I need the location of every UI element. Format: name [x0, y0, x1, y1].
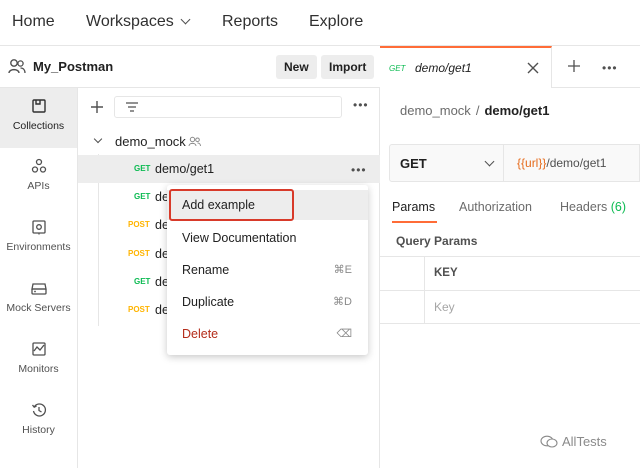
- history-icon: [31, 403, 46, 417]
- sidebar-item-environments[interactable]: Environments: [0, 209, 77, 269]
- sidebar-item-history[interactable]: History: [0, 392, 77, 452]
- shortcut-label: ⌫: [336, 328, 352, 340]
- top-nav: Home Workspaces Reports Explore: [0, 0, 640, 46]
- wechat-icon: [540, 435, 558, 448]
- collections-icon: [31, 99, 46, 113]
- nav-workspaces[interactable]: Workspaces: [86, 13, 191, 31]
- sidebar-item-label: Collections: [12, 120, 65, 132]
- sidebar-item-label: Environments: [6, 241, 71, 253]
- monitors-icon: [31, 342, 46, 356]
- headers-count: (6): [610, 200, 627, 214]
- filter-icon: [126, 102, 138, 112]
- plus-icon[interactable]: [90, 100, 104, 114]
- method-badge: POST: [128, 305, 150, 314]
- table-column-divider: [424, 257, 425, 324]
- sidebar-item-collections[interactable]: Collections: [0, 88, 77, 148]
- collection-row[interactable]: demo_mock: [78, 128, 380, 154]
- chevron-down-icon: [484, 156, 495, 167]
- sidebar-item-mock-servers[interactable]: Mock Servers: [0, 270, 77, 330]
- method-badge: POST: [128, 220, 150, 229]
- mock-servers-icon: [30, 283, 47, 295]
- url-variable: {{url}}: [517, 156, 547, 170]
- shortcut-label: ⌘D: [333, 296, 352, 308]
- method-badge: GET: [134, 277, 151, 286]
- filter-input[interactable]: [114, 96, 342, 118]
- breadcrumb-parent[interactable]: demo_mock: [400, 103, 471, 118]
- shared-users-icon: [188, 136, 201, 147]
- request-tabs: Params Authorization Headers (6): [380, 192, 640, 224]
- method-badge: GET: [134, 192, 151, 201]
- more-options-icon[interactable]: •••: [353, 98, 369, 112]
- sidebar-item-label: APIs: [27, 180, 50, 192]
- query-params-title: Query Params: [396, 234, 478, 248]
- sidebar-item-label: Mock Servers: [6, 302, 71, 314]
- nav-home[interactable]: Home: [12, 13, 55, 31]
- table-divider: [380, 290, 640, 291]
- menu-item-rename[interactable]: Rename ⌘E: [167, 255, 368, 285]
- chevron-down-icon: [180, 14, 191, 25]
- tab-title: demo/get1: [415, 61, 472, 75]
- nav-workspaces-label: Workspaces: [86, 13, 174, 30]
- tab-authorization[interactable]: Authorization: [459, 200, 532, 214]
- menu-item-view-documentation[interactable]: View Documentation: [167, 223, 368, 253]
- nav-reports[interactable]: Reports: [222, 13, 278, 31]
- menu-item-label: Duplicate: [182, 295, 235, 309]
- params-table: KEY Key: [380, 256, 640, 324]
- active-tab-indicator: [392, 221, 437, 223]
- new-button[interactable]: New: [276, 55, 317, 79]
- apis-icon: [31, 158, 46, 173]
- workspace-name[interactable]: My_Postman: [33, 59, 113, 74]
- request-name: demo/get1: [155, 162, 215, 176]
- url-path: /demo/get1: [546, 156, 607, 170]
- sidebar-item-monitors[interactable]: Monitors: [0, 331, 77, 391]
- collection-name: demo_mock: [115, 134, 186, 149]
- request-more-icon[interactable]: •••: [351, 163, 367, 177]
- watermark-text: AllTests: [562, 434, 607, 449]
- tab-demo-get1[interactable]: GET demo/get1: [380, 46, 552, 88]
- users-icon: [8, 59, 26, 74]
- menu-item-delete[interactable]: Delete ⌫: [167, 319, 368, 349]
- tab-headers[interactable]: Headers (6): [560, 200, 626, 214]
- new-tab-icon[interactable]: [568, 60, 580, 72]
- tab-headers-label: Headers: [560, 200, 608, 214]
- method-select[interactable]: GET: [390, 145, 504, 181]
- nav-explore[interactable]: Explore: [309, 13, 363, 31]
- menu-item-label: Rename: [182, 263, 230, 277]
- sidebar-item-label: Monitors: [18, 363, 59, 375]
- environments-icon: [31, 220, 46, 235]
- close-icon[interactable]: [527, 62, 539, 74]
- method-badge: GET: [134, 164, 151, 173]
- tab-options-icon[interactable]: •••: [602, 61, 618, 75]
- sidebar-rail: Collections APIs Environments Mock Serve…: [0, 88, 78, 468]
- request-item[interactable]: GET demo/get1 •••: [78, 155, 380, 183]
- method-value: GET: [400, 156, 427, 171]
- sidebar-item-apis[interactable]: APIs: [0, 148, 77, 208]
- key-column-header: KEY: [434, 267, 458, 279]
- shortcut-label: ⌘E: [333, 264, 352, 276]
- menu-item-label: Delete: [182, 327, 219, 341]
- breadcrumb-separator: /: [475, 103, 480, 118]
- key-input[interactable]: Key: [434, 300, 455, 314]
- url-bar: GET {{url}}/demo/get1: [389, 144, 640, 182]
- highlight-box: [169, 189, 294, 221]
- chevron-down-icon: [93, 134, 103, 144]
- sidebar-item-label: History: [22, 424, 55, 436]
- method-badge: POST: [128, 249, 150, 258]
- menu-item-label: View Documentation: [182, 231, 297, 245]
- workspace-header: My_Postman New Import: [0, 46, 380, 88]
- breadcrumb-current: demo/get1: [484, 103, 550, 118]
- watermark: AllTests: [540, 434, 607, 449]
- tab-method-badge: GET: [389, 64, 406, 73]
- import-button[interactable]: Import: [321, 55, 375, 79]
- menu-item-duplicate[interactable]: Duplicate ⌘D: [167, 287, 368, 317]
- tab-params[interactable]: Params: [392, 200, 435, 214]
- tab-bar: GET demo/get1 •••: [380, 46, 640, 88]
- breadcrumb: demo_mock / demo/get1: [400, 103, 549, 118]
- url-input[interactable]: {{url}}/demo/get1: [517, 156, 606, 170]
